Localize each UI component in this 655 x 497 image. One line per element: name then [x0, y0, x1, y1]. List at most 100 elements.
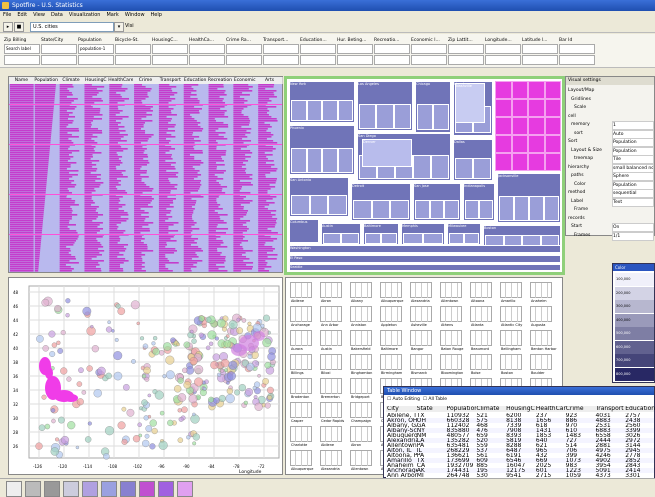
treemap-subcell[interactable] [341, 232, 359, 244]
filter-slider[interactable] [448, 55, 484, 65]
treemap-subcell[interactable] [323, 232, 341, 244]
small-multiple-cell[interactable]: Alexandria [320, 450, 342, 471]
menu-item-edit[interactable]: Edit [14, 12, 30, 18]
treemap-subcell[interactable] [544, 135, 561, 153]
table-header-cell[interactable]: Population [446, 406, 477, 412]
treemap-subcell[interactable] [291, 147, 307, 173]
small-multiple-cell[interactable]: Athens [440, 306, 462, 327]
filter-input[interactable] [485, 44, 521, 54]
lens-column-header[interactable]: Climate [58, 77, 85, 84]
small-multiple-cell[interactable]: Bangor [410, 330, 432, 351]
small-multiple-cell[interactable]: Birmingham [380, 354, 402, 375]
treemap-subcell[interactable] [528, 153, 545, 171]
small-multiple-cell[interactable]: Billings [290, 354, 312, 375]
grid-view-button[interactable] [101, 481, 117, 497]
small-multiple-cell[interactable]: Bremerton [320, 378, 342, 399]
lens-column-header[interactable]: Transport [157, 77, 184, 84]
small-multiple-cell[interactable]: Austin [320, 330, 342, 351]
lens-column-header[interactable]: HealthCare [108, 77, 135, 84]
treemap-subcell[interactable] [544, 117, 561, 135]
filter-slider[interactable] [374, 55, 410, 65]
treemap-subcell[interactable] [433, 104, 449, 131]
menu-item-data[interactable]: Data [48, 12, 66, 18]
small-multiple-cell[interactable]: Appleton [380, 306, 402, 327]
profile-view-button[interactable] [63, 481, 79, 497]
lens-column-header[interactable]: Education [182, 77, 209, 84]
treemap-subcell[interactable] [495, 153, 512, 171]
all-table-checkbox[interactable]: ☐ All Table [423, 397, 447, 402]
menu-item-view[interactable]: View [30, 12, 48, 18]
filter-slider[interactable] [41, 55, 77, 65]
filter-slider[interactable] [559, 55, 595, 65]
small-multiple-cell[interactable]: Atlanta [470, 306, 492, 327]
table-header-cell[interactable]: Climate [475, 406, 506, 412]
treemap-subcell[interactable] [376, 103, 394, 129]
treemap-subcell[interactable] [449, 232, 464, 244]
treemap-cell[interactable]: Seattle [289, 264, 561, 271]
filter-input[interactable] [337, 44, 373, 54]
small-multiple-cell[interactable]: Albany [350, 282, 372, 303]
small-multiple-cell[interactable]: Boise [470, 354, 492, 375]
lens-column-header[interactable]: Name [9, 77, 35, 84]
filter-slider[interactable] [263, 55, 299, 65]
lens-column-header[interactable]: Population [33, 77, 60, 84]
filter-input[interactable] [115, 44, 151, 54]
treemap-subcell[interactable] [514, 195, 529, 221]
treemap-subcell[interactable] [381, 232, 397, 244]
treemap-subcell[interactable] [359, 103, 377, 129]
treemap-subcell[interactable] [511, 99, 528, 117]
treemap-subcell[interactable] [306, 99, 322, 121]
small-multiple-cell[interactable]: Allentown [350, 450, 372, 471]
color-view-button[interactable] [158, 481, 174, 497]
filter-slider[interactable] [4, 55, 40, 65]
small-multiple-cell[interactable]: Asheville [410, 306, 432, 327]
auto-editing-checkbox[interactable]: ☐ Auto Editing [387, 397, 420, 402]
small-multiple-cell[interactable]: Bakersfield [350, 330, 372, 351]
treemap-subcell[interactable] [322, 99, 338, 121]
property-row[interactable]: Frames 1/1 [566, 231, 654, 241]
menu-item-mark[interactable]: Mark [103, 12, 121, 18]
menu-item-help[interactable]: Help [148, 12, 165, 18]
small-multiple-cell[interactable]: Boston [500, 354, 522, 375]
table-header-cell[interactable]: HealthCare [535, 406, 566, 412]
filter-slider[interactable] [411, 55, 447, 65]
menu-item-visualization[interactable]: Visualization [66, 12, 104, 18]
small-multiple-cell[interactable]: Boulder [530, 354, 552, 375]
filter-input[interactable] [41, 44, 77, 54]
small-multiple-cell[interactable]: Amarillo [500, 282, 522, 303]
filter-input[interactable] [448, 44, 484, 54]
treemap-subcell[interactable] [365, 232, 381, 244]
pie-view-button[interactable] [120, 481, 136, 497]
treemap-subcell[interactable] [495, 81, 512, 99]
small-multiple-cell[interactable]: Anniston [350, 306, 372, 327]
treemap-subcell[interactable] [495, 99, 512, 117]
treemap-subcell[interactable] [423, 232, 443, 244]
small-multiple-cell[interactable]: Beaumont [470, 330, 492, 351]
filter-input[interactable] [189, 44, 225, 54]
lens-column-header[interactable]: Economic [232, 77, 259, 84]
treemap-subcell[interactable] [413, 154, 431, 179]
filter-slider[interactable] [115, 55, 151, 65]
treemap-subcell[interactable] [499, 195, 514, 221]
treemap-subcell[interactable] [473, 157, 491, 179]
treemap-subcell[interactable] [403, 232, 423, 244]
filter-input[interactable] [152, 44, 188, 54]
treemap-subcell[interactable] [306, 147, 322, 173]
gradient-view-button[interactable] [177, 481, 193, 497]
treemap-subcell[interactable] [479, 200, 493, 220]
small-multiple-cell[interactable]: Biloxi [320, 354, 342, 375]
property-value[interactable]: 1/1 [612, 231, 654, 241]
filter-input[interactable]: population-1 [78, 44, 114, 54]
small-multiple-cell[interactable]: Allentown [440, 282, 462, 303]
small-multiple-cell[interactable]: Altoona [470, 282, 492, 303]
small-multiple-cell[interactable]: Bellingham [500, 330, 522, 351]
treemap-subcell[interactable] [511, 81, 528, 99]
small-multiple-cell[interactable]: Anaheim [530, 282, 552, 303]
treemap-subcell[interactable] [444, 200, 459, 220]
menu-item-window[interactable]: Window [122, 12, 148, 18]
filter-input[interactable] [300, 44, 336, 54]
filter-slider[interactable] [189, 55, 225, 65]
small-multiple-cell[interactable]: Champaign [350, 402, 372, 423]
table-header-cell[interactable]: Transport [594, 406, 625, 412]
color-legend-window[interactable]: Color 100,000 200,000 300,000 400,000 500,00… [612, 263, 655, 383]
